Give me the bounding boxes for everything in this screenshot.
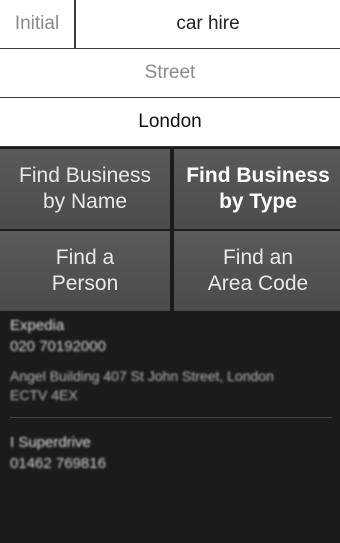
app-screen: Initial car hire Street London Find Busi… (0, 0, 340, 543)
find-business-by-name-button[interactable]: Find Business by Name (0, 149, 170, 229)
result-address-line2: ECTV 4EX (10, 387, 78, 403)
result-divider (10, 417, 332, 418)
street-field[interactable]: Street (0, 49, 340, 97)
search-button-grid: Find Business by Name Find Business by T… (0, 147, 340, 311)
town-row: London (0, 98, 340, 147)
business-type-field[interactable]: car hire (76, 0, 340, 48)
street-row: Street (0, 49, 340, 98)
initial-field[interactable]: Initial (0, 0, 76, 48)
result-address-line1: Angel Building 407 St John Street, Londo… (10, 368, 274, 384)
find-business-by-type-button[interactable]: Find Business by Type (174, 149, 340, 229)
result-address: Angel Building 407 St John Street, Londo… (10, 367, 332, 405)
list-item[interactable]: Expedia 020 70192000 Angel Building 407 … (10, 315, 332, 415)
result-phone: 01462 769816 (10, 455, 106, 472)
find-area-code-button[interactable]: Find an Area Code (174, 231, 340, 311)
result-name: Expedia (10, 317, 65, 334)
list-item[interactable]: I Superdrive 01462 769816 (10, 432, 332, 484)
find-a-person-button[interactable]: Find a Person (0, 231, 170, 311)
result-phone: 020 70192000 (10, 338, 106, 355)
result-name: I Superdrive (10, 434, 91, 451)
name-search-row: Initial car hire (0, 0, 340, 49)
results-list: Expedia 020 70192000 Angel Building 407 … (0, 311, 340, 484)
town-field[interactable]: London (0, 98, 340, 146)
